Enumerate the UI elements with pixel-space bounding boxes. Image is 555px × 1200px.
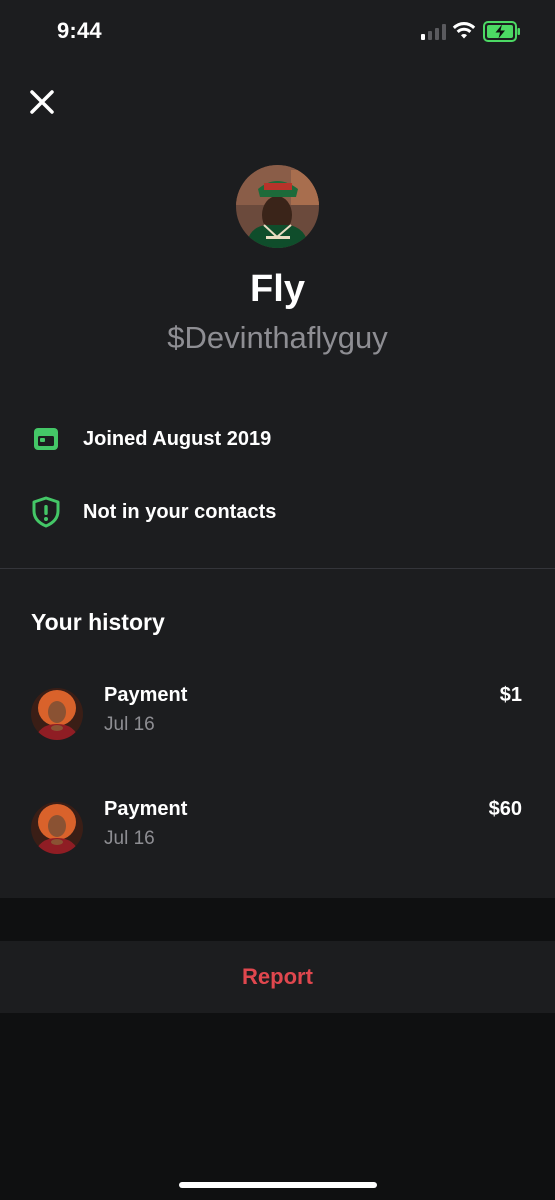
avatar xyxy=(31,688,83,740)
info-row-joined: Joined August 2019 xyxy=(30,419,271,459)
display-name: Fly xyxy=(250,268,305,310)
tx-title: Payment xyxy=(104,798,188,820)
tx-amount: $60 xyxy=(488,798,522,820)
tx-amount: $1 xyxy=(499,684,522,706)
tx-title: Payment xyxy=(104,684,188,706)
cashtag: $Devinthaflyguy xyxy=(167,320,388,355)
avatar xyxy=(31,802,83,854)
joined-label: Joined August 2019 xyxy=(83,427,272,450)
section-divider xyxy=(0,568,555,569)
status-time: 9:44 xyxy=(57,18,102,43)
cell-signal-icon xyxy=(421,24,446,40)
close-button[interactable] xyxy=(26,86,58,118)
home-indicator[interactable] xyxy=(179,1182,377,1188)
history-item[interactable]: Payment Jul 16 $1 xyxy=(0,672,555,762)
info-row-contacts: Not in your contacts xyxy=(30,492,276,532)
calendar-icon xyxy=(30,423,62,455)
tx-date: Jul 16 xyxy=(104,828,155,849)
status-bar: 9:44 xyxy=(0,0,555,64)
profile-avatar xyxy=(236,165,319,248)
close-icon xyxy=(30,90,54,114)
tx-date: Jul 16 xyxy=(104,714,155,735)
shield-alert-icon xyxy=(30,496,62,528)
report-button[interactable]: Report xyxy=(0,941,555,1013)
battery-charging-icon xyxy=(483,21,520,42)
contacts-label: Not in your contacts xyxy=(83,500,277,523)
wifi-icon xyxy=(452,22,476,39)
history-title: Your history xyxy=(31,609,165,635)
report-label: Report xyxy=(242,964,313,989)
history-item[interactable]: Payment Jul 16 $60 xyxy=(0,786,555,876)
